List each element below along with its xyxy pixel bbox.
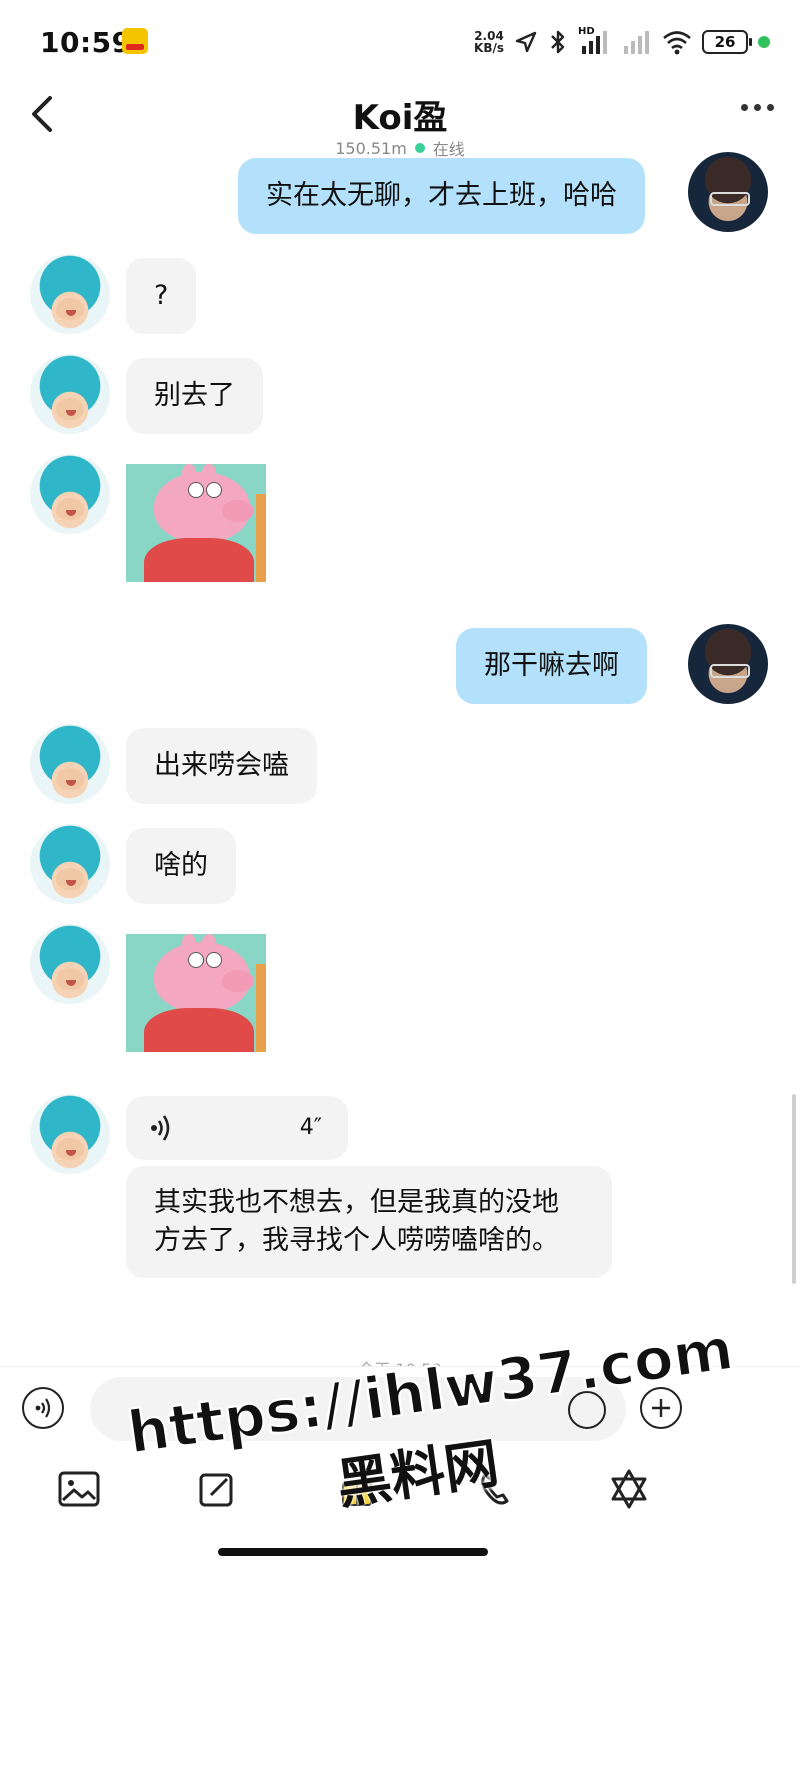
- contact-avatar[interactable]: [30, 1094, 110, 1174]
- voice-wave-icon: [151, 1115, 170, 1141]
- dot-icon: [741, 104, 748, 111]
- emoji-button[interactable]: [568, 1391, 606, 1429]
- call-icon: [481, 1473, 509, 1505]
- contact-avatar[interactable]: [30, 724, 110, 804]
- plus-icon: [652, 1399, 670, 1417]
- chat-header: Koi盈 150.51m 在线: [0, 80, 800, 160]
- bluetooth-icon: [551, 30, 565, 54]
- network-speed: 2.04 KB/s: [474, 29, 504, 55]
- distance-label: 150.51m: [335, 138, 407, 158]
- more-actions-button[interactable]: [640, 1387, 682, 1429]
- message-bubble[interactable]: 啥的: [126, 828, 236, 904]
- voice-duration: 4″: [299, 1115, 322, 1140]
- message-bubble[interactable]: 别去了: [126, 358, 263, 434]
- status-icons: 2.04 KB/s HD 26: [474, 26, 770, 58]
- message-bubble[interactable]: ?: [126, 258, 197, 334]
- edit-button[interactable]: [192, 1464, 242, 1514]
- contact-avatar[interactable]: [30, 354, 110, 434]
- my-avatar[interactable]: [688, 624, 768, 704]
- contact-name: Koi盈: [352, 98, 448, 138]
- status-bar: 10:59 2.04 KB/s HD 26: [0, 0, 800, 90]
- message-bubble[interactable]: 出来唠会嗑: [126, 728, 317, 804]
- privacy-indicator-dot: [758, 36, 770, 48]
- online-dot: [414, 143, 425, 153]
- star-button[interactable]: [604, 1464, 654, 1514]
- call-button[interactable]: [470, 1464, 520, 1514]
- voice-input-button[interactable]: [22, 1387, 64, 1429]
- gift-icon: [342, 1482, 372, 1506]
- message-bubble[interactable]: 那干嘛去啊: [456, 628, 647, 704]
- image-icon: [58, 1471, 100, 1507]
- message-bubble[interactable]: 其实我也不想去，但是我真的没地方去了，我寻找个人唠唠嗑啥的。: [126, 1166, 612, 1278]
- more-options-button[interactable]: [741, 104, 774, 111]
- star-of-david-icon: [611, 1469, 647, 1509]
- signal-hd: HD: [578, 26, 612, 56]
- dot-icon: [754, 104, 761, 111]
- cell-signal-2-icon: [624, 31, 649, 54]
- location-icon: [515, 31, 537, 53]
- cell-signal-icon: [582, 31, 607, 54]
- home-indicator[interactable]: [218, 1548, 488, 1556]
- message-input[interactable]: [90, 1377, 626, 1441]
- peppa-pig-sticker[interactable]: [126, 464, 266, 582]
- gift-button[interactable]: [332, 1464, 382, 1514]
- edit-icon: [199, 1473, 233, 1507]
- contact-avatar[interactable]: [30, 454, 110, 534]
- image-button[interactable]: [54, 1464, 104, 1514]
- scrollbar[interactable]: [792, 1094, 796, 1284]
- voice-message[interactable]: 4″: [126, 1096, 348, 1160]
- online-status: 在线: [432, 140, 465, 159]
- contact-avatar[interactable]: [30, 254, 110, 334]
- dot-icon: [767, 104, 774, 111]
- status-time: 10:59: [40, 26, 132, 59]
- peppa-pig-sticker[interactable]: [126, 934, 266, 1052]
- my-avatar[interactable]: [688, 152, 768, 232]
- voice-wave-icon: [35, 1398, 51, 1418]
- app-notification-icon: [122, 28, 148, 54]
- contact-avatar[interactable]: [30, 924, 110, 1004]
- contact-avatar[interactable]: [30, 824, 110, 904]
- wifi-icon: [663, 31, 691, 55]
- composer: [0, 1366, 800, 1456]
- attachment-toolbar: [0, 1456, 800, 1536]
- battery-indicator: 26: [702, 30, 752, 54]
- contact-subtitle: 150.51m 在线: [0, 136, 800, 160]
- message-bubble[interactable]: 实在太无聊，才去上班，哈哈: [238, 158, 645, 234]
